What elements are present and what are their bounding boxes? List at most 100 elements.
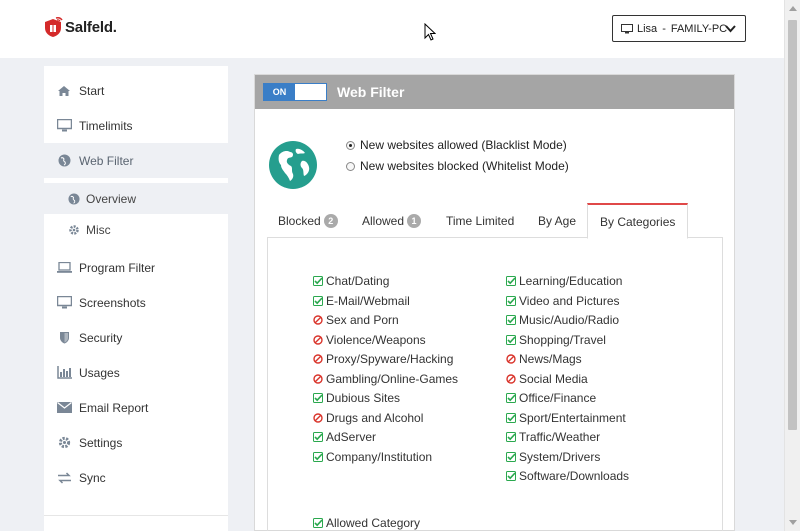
radio-button[interactable] [346, 161, 355, 171]
sidebar-item-email-report[interactable]: Email Report [44, 390, 228, 425]
panel-title: Web Filter [337, 84, 405, 100]
user-name: Lisa [637, 22, 658, 35]
category-item[interactable]: Company/Institution [313, 450, 432, 464]
check-square-icon[interactable] [313, 393, 323, 403]
check-square-icon[interactable] [313, 295, 323, 306]
category-item[interactable]: AdServer [313, 430, 376, 444]
check-square-icon[interactable] [313, 432, 323, 442]
category-item[interactable]: Violence/Weapons [313, 333, 426, 347]
radio-button-checked[interactable] [346, 140, 355, 150]
legend-allowed-category: Allowed Category [313, 516, 420, 530]
category-item[interactable]: Gambling/Online-Games [313, 372, 458, 386]
check-square-icon[interactable] [506, 432, 516, 442]
sidebar-item-sync[interactable]: Sync [44, 460, 228, 495]
category-label: Proxy/Spyware/Hacking [326, 352, 454, 366]
sidebar-item-security[interactable]: Security [44, 320, 228, 355]
tab-by-age[interactable]: By Age [538, 203, 576, 238]
sidebar-item-label: Web Filter [79, 153, 134, 168]
bar-chart-icon [56, 366, 72, 380]
category-item[interactable]: Shopping/Travel [506, 333, 606, 347]
tab-time-limited[interactable]: Time Limited [446, 203, 514, 238]
check-square-icon[interactable] [506, 334, 516, 345]
category-item[interactable]: Sex and Porn [313, 313, 399, 327]
category-item[interactable]: Chat/Dating [313, 274, 389, 288]
sidebar-subitem-overview[interactable]: Overview [44, 183, 228, 214]
check-square-icon[interactable] [313, 451, 323, 462]
sidebar-item-start[interactable]: Start [44, 73, 228, 108]
sidebar-subitem-misc[interactable]: Misc [44, 214, 228, 245]
sidebar-subitem-label: Overview [86, 191, 137, 206]
sidebar-item-label: Settings [79, 435, 123, 450]
sync-arrows-icon [56, 471, 72, 485]
category-item[interactable]: Video and Pictures [506, 294, 620, 308]
chevron-down-icon [725, 24, 736, 36]
web-filter-toggle[interactable]: ON [263, 83, 327, 101]
filter-tabs: Blocked 2 Allowed 1 Time Limited By Age … [267, 203, 723, 239]
sidebar-item-web-filter[interactable]: Web Filter [44, 143, 228, 178]
sidebar-item-label: Program Filter [79, 260, 156, 275]
ban-icon[interactable] [313, 412, 323, 423]
ban-icon[interactable] [313, 334, 323, 345]
tab-by-categories[interactable]: By Categories [587, 203, 689, 239]
check-square-icon[interactable] [506, 315, 516, 325]
check-square-icon[interactable] [506, 276, 516, 286]
category-item[interactable]: Office/Finance [506, 391, 596, 405]
category-item[interactable]: Social Media [506, 372, 588, 386]
ban-icon[interactable] [313, 354, 323, 364]
category-label: Dubious Sites [326, 391, 401, 405]
sidebar-item-screenshots[interactable]: Screenshots [44, 285, 228, 320]
scroll-down-arrow-icon[interactable] [789, 520, 797, 525]
globe-icon [56, 154, 72, 168]
tab-allowed[interactable]: Allowed 1 [362, 203, 422, 238]
category-label: Traffic/Weather [519, 430, 601, 444]
sidebar-item-label: Screenshots [79, 295, 146, 310]
category-item[interactable]: Drugs and Alcohol [313, 411, 423, 425]
shield-icon [56, 331, 72, 345]
ban-icon[interactable] [506, 354, 516, 364]
check-square-icon[interactable] [506, 471, 516, 481]
check-square-icon[interactable] [506, 451, 516, 462]
tab-label: By Categories [600, 214, 676, 229]
sidebar-item-usages[interactable]: Usages [44, 355, 228, 390]
check-square-icon[interactable] [506, 393, 516, 403]
sidebar-subitem-label: Misc [86, 222, 111, 237]
category-item[interactable]: System/Drivers [506, 450, 600, 464]
salfeld-logo[interactable]: Salfeld. [42, 16, 117, 38]
logo-text: Salfeld. [65, 18, 117, 36]
check-square-icon[interactable] [506, 295, 516, 306]
sidebar-item-label: Email Report [79, 400, 149, 415]
tab-blocked[interactable]: Blocked 2 [278, 203, 338, 238]
sidebar-item-timelimits[interactable]: Timelimits [44, 108, 228, 143]
category-item[interactable]: Music/Audio/Radio [506, 313, 619, 327]
category-item[interactable]: Sport/Entertainment [506, 411, 626, 425]
sidebar-item-program-filter[interactable]: Program Filter [44, 250, 228, 285]
ban-icon[interactable] [506, 373, 516, 384]
check-square-icon[interactable] [506, 412, 516, 423]
category-label: System/Drivers [519, 449, 601, 464]
ban-icon[interactable] [313, 315, 323, 325]
mode-whitelist-option[interactable]: New websites blocked (Whitelist Mode) [346, 159, 569, 173]
category-item[interactable]: Software/Downloads [506, 469, 629, 483]
sidebar-item-label: Usages [79, 365, 120, 380]
category-label: Gambling/Online-Games [326, 371, 459, 386]
category-item[interactable]: Traffic/Weather [506, 430, 600, 444]
category-label: Sport/Entertainment [519, 410, 626, 425]
category-item[interactable]: Dubious Sites [313, 391, 400, 405]
mode-blacklist-option[interactable]: New websites allowed (Blacklist Mode) [346, 138, 567, 152]
scroll-up-arrow-icon[interactable] [789, 6, 797, 11]
category-item[interactable]: E-Mail/Webmail [313, 294, 410, 308]
user-computer-select[interactable]: Lisa - FAMILY-PC [612, 15, 746, 42]
category-item[interactable]: Learning/Education [506, 274, 622, 288]
sidebar-item-settings[interactable]: Settings [44, 425, 228, 460]
page-scrollbar[interactable] [784, 0, 800, 531]
desktop-icon [56, 296, 72, 310]
category-label: Sex and Porn [326, 313, 399, 327]
gear-icon [56, 436, 72, 450]
scrollbar-thumb[interactable] [788, 20, 797, 430]
check-square-icon[interactable] [313, 276, 323, 286]
tab-label: Allowed [362, 213, 405, 228]
sidebar: Start Timelimits Web Filter Overview Mis… [44, 66, 228, 531]
category-item[interactable]: Proxy/Spyware/Hacking [313, 352, 453, 366]
ban-icon[interactable] [313, 373, 323, 384]
category-item[interactable]: News/Mags [506, 352, 582, 366]
